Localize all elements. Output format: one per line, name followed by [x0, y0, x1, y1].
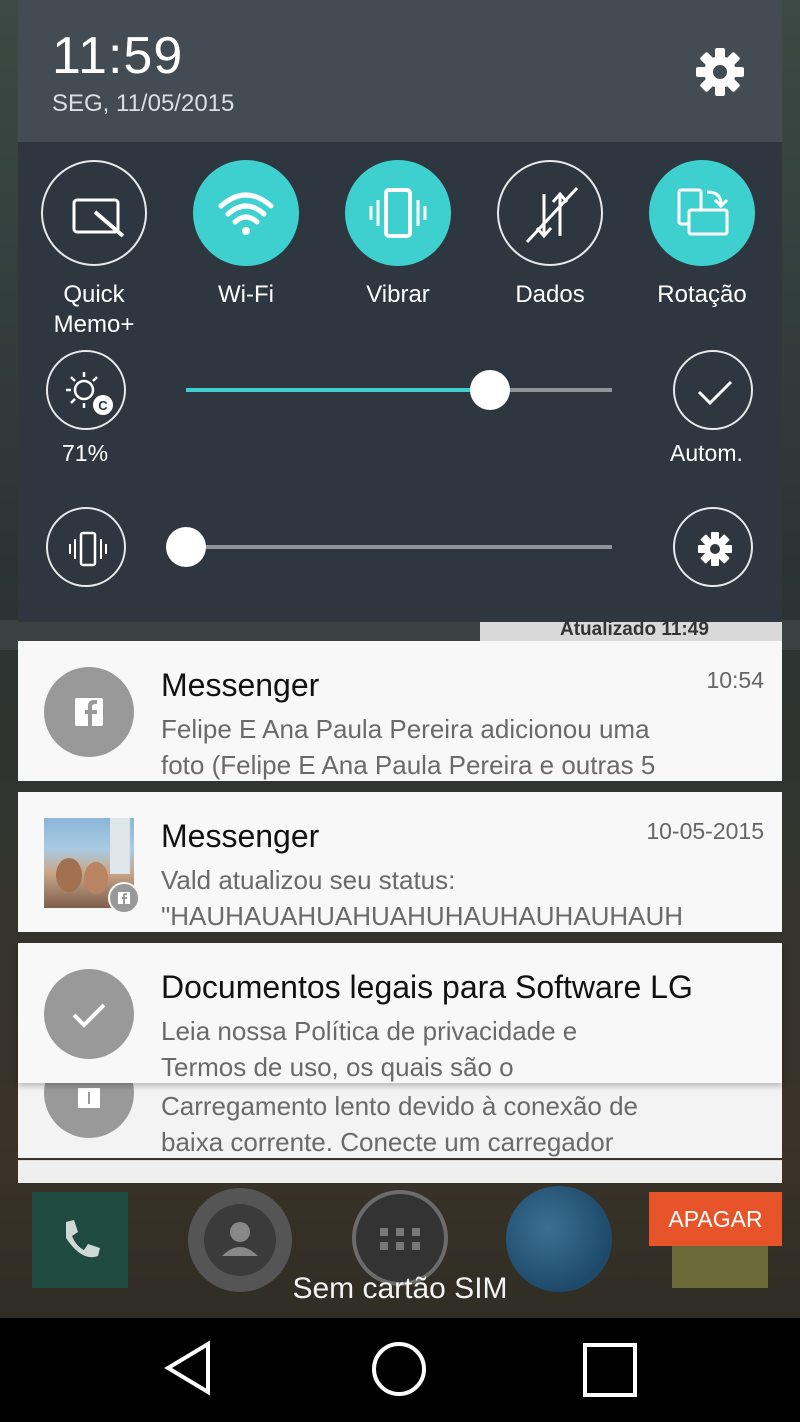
- notification-text-line2: baixa corrente. Conecte um carregador: [161, 1127, 614, 1157]
- data-icon: [525, 186, 579, 244]
- facebook-badge-icon: [108, 882, 140, 914]
- settings-gear-icon[interactable]: [694, 46, 746, 98]
- notification-text-line2: foto (Felipe E Ana Paula Pereira e outra…: [161, 750, 656, 780]
- notification-title: Documentos legais para Software LG: [161, 969, 693, 1005]
- vibrate-toggle[interactable]: [345, 160, 451, 266]
- vibrate-icon: [369, 188, 427, 238]
- date: SEG, 11/05/2015: [52, 90, 235, 117]
- brightness-percent: 71%: [62, 440, 109, 466]
- notification-title: Messenger: [161, 667, 320, 703]
- rotation-label: Rotação: [657, 281, 747, 308]
- facebook-icon: [44, 667, 134, 757]
- notification-messenger-1[interactable]: Messenger 10:54 Felipe E Ana Paula Perei…: [18, 641, 782, 781]
- vibrate-label: Vibrar: [366, 281, 430, 308]
- gear-icon: [698, 532, 732, 566]
- sound-settings-button[interactable]: [673, 507, 753, 587]
- check-circle-icon: [44, 969, 134, 1059]
- notification-text-line1: Felipe E Ana Paula Pereira adicionou uma: [161, 714, 650, 744]
- auto-brightness-button[interactable]: [673, 350, 753, 430]
- volume-slider-thumb[interactable]: [166, 527, 206, 567]
- notification-title: Messenger: [161, 818, 320, 854]
- vibrate-small-icon: [69, 531, 107, 567]
- brightness-slider-thumb[interactable]: [470, 370, 510, 410]
- recents-icon[interactable]: [582, 1342, 638, 1398]
- brightness-button[interactable]: C: [46, 350, 126, 430]
- rotation-icon: [677, 188, 729, 236]
- notification-messenger-2[interactable]: Messenger 10-05-2015 Vald atualizou seu …: [18, 792, 782, 932]
- clock: 11:59: [52, 27, 184, 85]
- auto-brightness-label: Autom.: [670, 440, 743, 466]
- quickmemo-toggle[interactable]: [41, 160, 147, 266]
- wifi-icon: [218, 192, 274, 235]
- check-icon: [697, 380, 733, 406]
- notification-text-line1: Vald atualizou seu status:: [161, 865, 456, 895]
- notification-time: 10-05-2015: [646, 818, 764, 844]
- notification-text-line1: Carregamento lento devido à conexão de: [161, 1091, 638, 1121]
- notification-text-line2: "HAUHAUAHUAHUAHUHAUHAUHAUHAUH: [161, 901, 684, 931]
- notification-time: 10:54: [706, 667, 764, 693]
- wifi-label: Wi-Fi: [218, 281, 274, 308]
- data-toggle[interactable]: [497, 160, 603, 266]
- clear-all-button[interactable]: APAGAR: [649, 1192, 782, 1246]
- notification-lg-legal[interactable]: Documentos legais para Software LG Leia …: [18, 943, 782, 1083]
- notification-text-line1: Leia nossa Política de privacidade e: [161, 1016, 578, 1046]
- brightness-slider-fill: [186, 388, 490, 392]
- brightness-icon: C: [66, 372, 113, 415]
- quickmemo-icon: [72, 198, 125, 238]
- quickmemo-label: Quick Memo+: [53, 281, 135, 338]
- volume-slider-track[interactable]: [186, 545, 612, 549]
- data-label: Dados: [515, 281, 585, 308]
- svg-text:C: C: [98, 398, 108, 413]
- rotation-toggle[interactable]: [649, 160, 755, 266]
- notification-stack-edge: [18, 1160, 782, 1183]
- back-icon[interactable]: [160, 1338, 220, 1398]
- home-icon[interactable]: [370, 1340, 428, 1398]
- wifi-toggle[interactable]: [193, 160, 299, 266]
- sound-mode-button[interactable]: [46, 507, 126, 587]
- sim-status-text: Sem cartão SIM: [292, 1272, 508, 1305]
- notification-text-line2: Termos de uso, os quais são o: [161, 1052, 514, 1082]
